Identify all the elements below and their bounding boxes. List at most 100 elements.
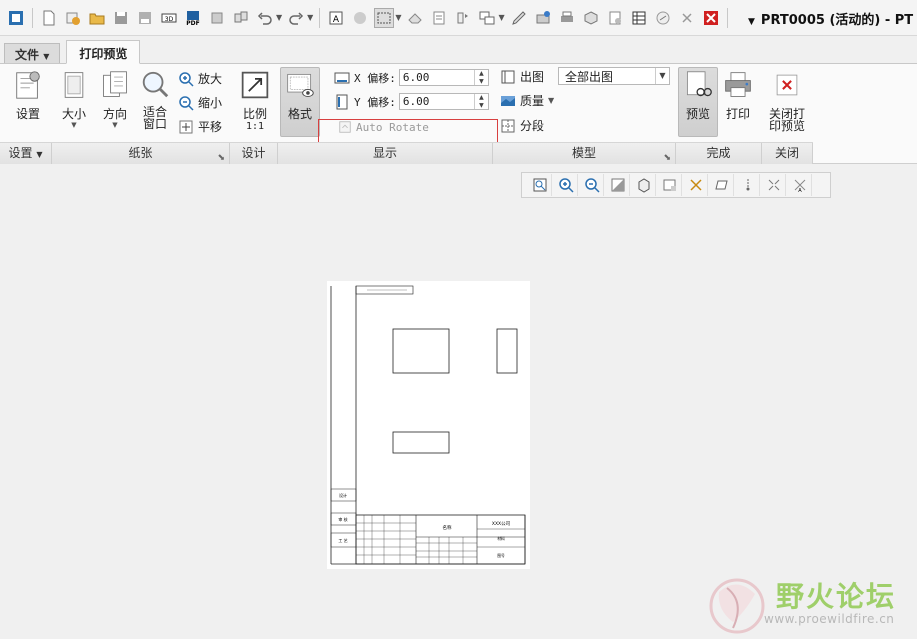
table-icon[interactable] — [629, 8, 649, 28]
display-style-icon[interactable] — [632, 174, 656, 196]
size-button[interactable]: 大小 ▼ — [58, 68, 90, 129]
chevron-down-icon: ▼ — [36, 150, 43, 159]
scale-button[interactable]: 比例 1:1 — [238, 68, 272, 132]
x-offset-field[interactable] — [399, 71, 470, 84]
annotation-display-icon[interactable]: A — [788, 174, 812, 196]
select-box-icon[interactable] — [374, 7, 395, 28]
datum-axes-icon[interactable] — [710, 174, 734, 196]
format-button[interactable]: 格式 — [282, 68, 318, 121]
window-title-text: PRT0005 (活动的) - PT — [760, 13, 914, 28]
close-preview-button[interactable]: 关闭打印预览 — [764, 68, 810, 132]
setup-button[interactable]: 设置 — [8, 68, 48, 121]
scale-icon — [238, 68, 272, 102]
undo-dropdown-icon[interactable]: ▼ — [276, 13, 282, 22]
ribbon-tabs: 文件 ▼ 打印预览 — [0, 36, 917, 64]
select-dropdown-icon[interactable]: ▼ — [395, 13, 401, 22]
orientation-label: 方向 — [102, 107, 127, 121]
shading-icon[interactable] — [350, 8, 370, 28]
auto-rotate-option[interactable]: Auto Rotate — [338, 120, 429, 134]
y-offset-label: Y 偏移: — [354, 95, 396, 109]
y-offset-arrows[interactable]: ▲ ▼ — [473, 94, 488, 110]
share-icon[interactable] — [231, 8, 251, 28]
repaint-icon[interactable] — [606, 174, 630, 196]
pan-button[interactable]: 平移 — [178, 118, 222, 135]
open-folder-icon[interactable] — [87, 8, 107, 28]
group-design-label: 设计 — [241, 146, 266, 160]
orientation-icon — [98, 68, 132, 102]
open-recent-icon[interactable] — [63, 8, 83, 28]
tab-print-preview[interactable]: 打印预览 — [66, 40, 141, 64]
model-props-icon[interactable] — [581, 8, 601, 28]
y-offset-field[interactable] — [399, 95, 470, 108]
tab-file[interactable]: 文件 ▼ — [4, 43, 61, 63]
close-window-icon[interactable] — [701, 8, 721, 28]
group-display: 显示 — [278, 143, 493, 164]
close-preview-label: 关闭打印预览 — [768, 107, 805, 133]
chevron-down-icon: ▼ — [655, 68, 669, 84]
y-offset-row: Y 偏移: ▲▼ — [334, 93, 489, 110]
measure-icon[interactable] — [653, 8, 673, 28]
export-3d-icon[interactable]: 3D — [159, 8, 179, 28]
windows-dropdown-icon[interactable]: ▼ — [498, 13, 504, 22]
redo-dropdown-icon[interactable]: ▼ — [307, 13, 313, 22]
point-display-icon[interactable] — [736, 174, 760, 196]
datum-planes-icon[interactable] — [684, 174, 708, 196]
list-icon[interactable] — [429, 8, 449, 28]
orientation-button[interactable]: 方向 ▼ — [98, 68, 132, 129]
annotation-icon[interactable]: A — [326, 8, 346, 28]
csys-display-icon[interactable] — [762, 174, 786, 196]
publish-icon[interactable] — [533, 8, 553, 28]
fit-window-button[interactable]: 适合窗口 — [138, 68, 172, 130]
watermark-url: www.proewildfire.cn — [764, 612, 895, 626]
app-menu-icon[interactable] — [6, 8, 26, 28]
title-dropdown-icon[interactable]: ▼ — [748, 17, 755, 27]
save-icon[interactable] — [111, 8, 131, 28]
saved-views-icon[interactable] — [658, 174, 682, 196]
export-pdf-icon[interactable]: PDF — [183, 8, 203, 28]
spin-up-icon[interactable]: ▲ — [475, 94, 488, 102]
regenerate-icon[interactable] — [453, 8, 473, 28]
redo-icon[interactable] — [286, 8, 306, 28]
zoom-out-icon[interactable] — [580, 174, 604, 196]
print-label: 打印 — [725, 107, 750, 121]
preview-button[interactable]: 预览 — [680, 68, 716, 121]
x-offset-arrows[interactable]: ▲ ▼ — [473, 70, 488, 86]
plot-label: 出图 — [520, 70, 545, 84]
params-icon[interactable] — [605, 8, 625, 28]
zoom-out-button[interactable]: 缩小 — [178, 94, 222, 111]
segment-label: 分段 — [520, 119, 545, 133]
save-as-icon[interactable] — [135, 8, 155, 28]
plot-option-select[interactable]: 全部出图 ▼ — [558, 67, 670, 85]
zoom-in-icon[interactable] — [554, 174, 578, 196]
spin-down-icon[interactable]: ▼ — [475, 102, 488, 110]
refit-icon[interactable] — [528, 174, 552, 196]
new-file-icon[interactable] — [39, 8, 59, 28]
size-label: 大小 — [61, 107, 86, 121]
scale-label: 比例 — [242, 107, 267, 121]
svg-text:3D: 3D — [165, 16, 174, 23]
group-display-label: 显示 — [372, 146, 397, 160]
pen-icon[interactable] — [509, 8, 529, 28]
close-small-icon[interactable] — [677, 8, 697, 28]
quality-button[interactable]: 质量 ▼ — [500, 92, 554, 109]
plot-button[interactable]: 出图 — [500, 68, 544, 85]
group-finish-label: 完成 — [706, 146, 731, 160]
eraser-icon[interactable] — [405, 8, 425, 28]
spin-down-icon[interactable]: ▼ — [475, 78, 488, 86]
windows-icon[interactable] — [477, 8, 497, 28]
zoom-in-button[interactable]: 放大 — [178, 70, 222, 87]
chevron-down-icon: ▼ — [548, 96, 555, 105]
auto-rotate-label: Auto Rotate — [356, 120, 429, 134]
toolbar-separator — [726, 7, 728, 28]
toolbar-separator — [32, 7, 33, 28]
sheet-name-text: 名称 — [443, 524, 452, 531]
print-button[interactable]: 打印 — [720, 68, 756, 121]
print-setup-icon[interactable] — [207, 8, 227, 28]
group-setup[interactable]: 设置 ▼ — [0, 143, 52, 164]
undo-icon[interactable] — [255, 8, 275, 28]
segment-button[interactable]: 分段 — [500, 117, 544, 134]
view-toolbar: A — [521, 172, 831, 198]
spin-up-icon[interactable]: ▲ — [475, 70, 488, 78]
printer-icon[interactable] — [557, 8, 577, 28]
chevron-down-icon: ▼ — [71, 121, 77, 129]
